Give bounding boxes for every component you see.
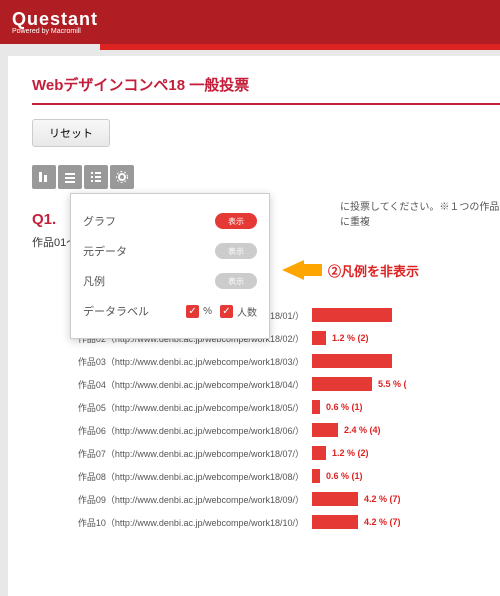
bar [312,492,358,506]
bar-row: 作品08（http://www.denbi.ac.jp/webcompe/wor… [32,466,500,486]
toolbar: グラフ 表示 元データ 表示 凡例 表示 データラベル ✓% ✓人数 [32,165,500,189]
popup-graph-label: グラフ [83,213,116,229]
bar-row: 作品04（http://www.denbi.ac.jp/webcompe/wor… [32,374,500,394]
bar-row: 作品07（http://www.denbi.ac.jp/webcompe/wor… [32,443,500,463]
bar-label: 作品08（http://www.denbi.ac.jp/webcompe/wor… [32,470,312,483]
bar-row: 作品09（http://www.denbi.ac.jp/webcompe/wor… [32,489,500,509]
bar-row: 作品06（http://www.denbi.ac.jp/webcompe/wor… [32,420,500,440]
reset-button[interactable]: リセット [32,119,110,147]
bar-value: 0.6 % (1) [326,402,363,412]
popup-legend-label: 凡例 [83,273,105,289]
annotation-text: ②凡例を非表示 [328,261,419,280]
bar-value: 1.2 % (2) [332,333,369,343]
rawdata-toggle[interactable]: 表示 [215,243,257,259]
bar-label: 作品07（http://www.denbi.ac.jp/webcompe/wor… [32,447,312,460]
bar-value: 1.2 % (2) [332,448,369,458]
bar-label: 作品10（http://www.denbi.ac.jp/webcompe/wor… [32,516,312,529]
count-checkbox[interactable]: ✓人数 [220,304,257,319]
main-panel: Webデザインコンペ18 一般投票 リセット グラフ 表示 元データ 表示 凡例… [8,56,500,596]
bar [312,331,326,345]
bar-row: 作品05（http://www.denbi.ac.jp/webcompe/wor… [32,397,500,417]
legend-toggle[interactable]: 表示 [215,273,257,289]
accent-bar [100,44,500,50]
list-view-icon[interactable] [58,165,82,189]
logo: Questant [12,9,98,30]
chart-view-icon[interactable] [32,165,56,189]
bar-value: 0.6 % (1) [326,471,363,481]
page-title: Webデザインコンペ18 一般投票 [32,74,500,105]
bar [312,515,358,529]
bar [312,377,372,391]
question-text-cont: に投票してください。※１つの作品に重複 [340,198,500,228]
bar-label: 作品05（http://www.denbi.ac.jp/webcompe/wor… [32,401,312,414]
bar-value: 4.2 % (7) [364,494,401,504]
bar [312,469,320,483]
graph-toggle[interactable]: 表示 [215,213,257,229]
percent-checkbox[interactable]: ✓% [186,304,212,319]
bar-value: 4.2 % (7) [364,517,401,527]
bar [312,423,338,437]
bar-row: 作品10（http://www.denbi.ac.jp/webcompe/wor… [32,512,500,532]
settings-popup: グラフ 表示 元データ 表示 凡例 表示 データラベル ✓% ✓人数 [70,193,270,339]
bar-value: 2.4 % (4) [344,425,381,435]
bar-value: 5.5 % ( [378,379,407,389]
popup-datalabel-label: データラベル [83,303,149,319]
bar [312,308,392,322]
bar [312,400,320,414]
app-header: Questant Powered by Macromill [0,0,500,44]
bar-label: 作品06（http://www.denbi.ac.jp/webcompe/wor… [32,424,312,437]
popup-rawdata-label: 元データ [83,243,127,259]
bar [312,446,326,460]
bar-row: 作品03（http://www.denbi.ac.jp/webcompe/wor… [32,351,500,371]
bar [312,354,392,368]
arrow-icon [282,260,304,280]
bar-chart: 作品01（http://www.denbi.ac.jp/webcompe/wor… [32,305,500,532]
bar-label: 作品03（http://www.denbi.ac.jp/webcompe/wor… [32,355,312,368]
detail-view-icon[interactable] [84,165,108,189]
gear-icon[interactable] [110,165,134,189]
annotation-callout: ②凡例を非表示 [282,260,419,280]
bar-label: 作品09（http://www.denbi.ac.jp/webcompe/wor… [32,493,312,506]
bar-label: 作品04（http://www.denbi.ac.jp/webcompe/wor… [32,378,312,391]
